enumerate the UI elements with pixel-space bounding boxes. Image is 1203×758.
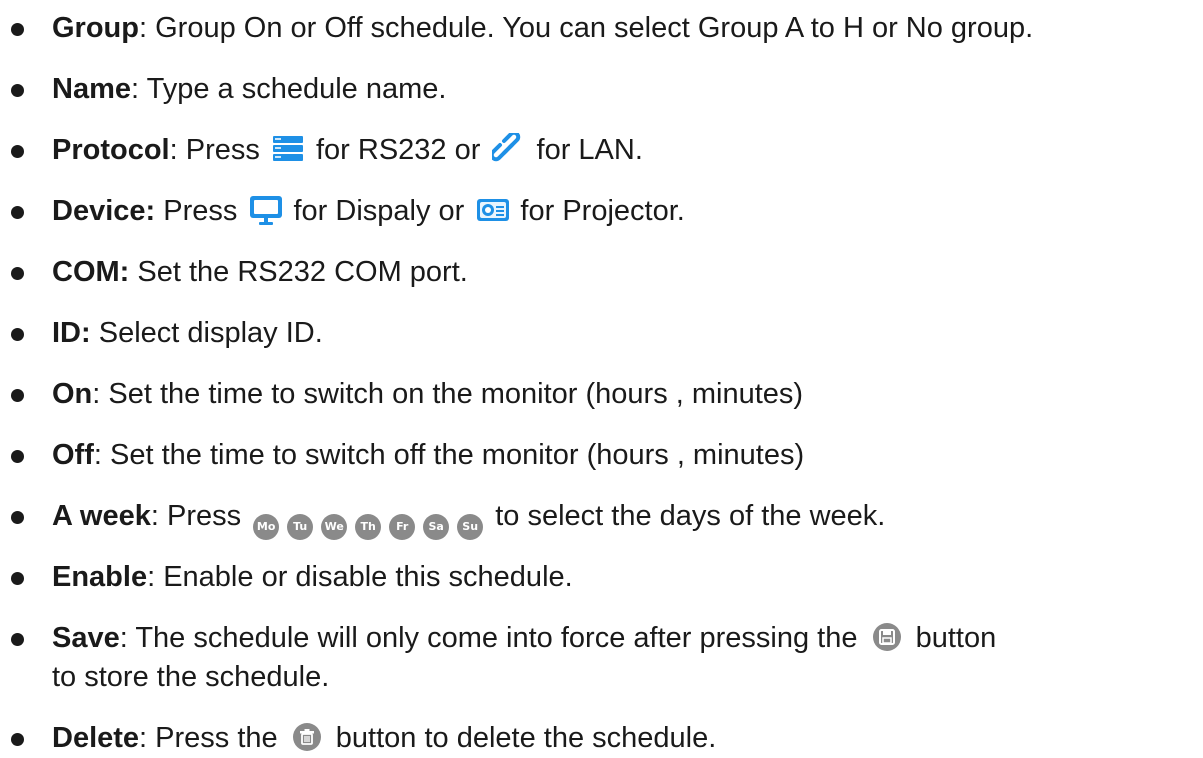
- bullet: [11, 84, 24, 97]
- floppy-disk-icon: [872, 622, 902, 652]
- server-stack-icon: [272, 133, 304, 165]
- term-description: : Type a schedule name.: [131, 73, 447, 105]
- term-label: Group: [52, 12, 139, 44]
- day-th-icon: Th: [355, 514, 382, 540]
- day-su-icon: Su: [457, 514, 484, 540]
- item-text: Group: Group On or Off schedule. You can…: [52, 8, 1033, 48]
- term-description: to select the days of the week.: [487, 500, 886, 532]
- term-label: Enable: [52, 561, 148, 593]
- term-description: for Projector.: [512, 195, 685, 227]
- item-text: ID: Select display ID.: [52, 313, 323, 353]
- bullet: [11, 511, 24, 524]
- term-label: On: [52, 378, 93, 410]
- item-text: Enable: Enable or disable this schedule.: [52, 557, 573, 597]
- day-fr-icon: Fr: [389, 514, 416, 540]
- chain-link-icon: [492, 133, 524, 165]
- item-text-continued: to store the schedule.: [52, 661, 330, 693]
- term-description: : Group On or Off schedule. You can sele…: [139, 12, 1034, 44]
- monitor-icon: [249, 194, 283, 226]
- bullet: [11, 328, 24, 341]
- term-description: Set the RS232 COM port.: [129, 256, 468, 288]
- bullet: [11, 733, 24, 746]
- day-tu-icon: Tu: [287, 514, 314, 540]
- day-sa-icon: Sa: [423, 514, 450, 540]
- bullet: [11, 267, 24, 280]
- day-we-icon: We: [321, 514, 348, 540]
- bullet: [11, 389, 24, 402]
- term-description: for Dispaly or: [285, 195, 473, 227]
- term-label: Device:: [52, 195, 156, 227]
- item-text: Name: Type a schedule name.: [52, 69, 446, 109]
- item-text: COM: Set the RS232 COM port.: [52, 252, 468, 292]
- term-description: Press: [155, 195, 246, 227]
- bullet: [11, 145, 24, 158]
- item-text: Delete: Press the button to delete the s…: [52, 718, 716, 758]
- bullet: [11, 633, 24, 646]
- item-text: Off: Set the time to switch off the moni…: [52, 435, 804, 475]
- term-description: : Press the: [139, 722, 286, 754]
- bullet: [11, 572, 24, 585]
- term-label: ID:: [52, 317, 91, 349]
- term-label: Save: [52, 622, 120, 654]
- item-text: Protocol: Press for RS232 or for LAN.: [52, 130, 643, 170]
- term-label: Name: [52, 73, 131, 105]
- term-label: Off: [52, 439, 94, 471]
- term-description: : Set the time to switch off the monitor…: [93, 439, 805, 471]
- bullet: [11, 206, 24, 219]
- term-label: Protocol: [52, 134, 170, 166]
- term-description: : Set the time to switch on the monitor …: [92, 378, 804, 410]
- term-description: for RS232 or: [307, 134, 489, 166]
- item-text: Device: Press for Dispaly or for Project…: [52, 191, 685, 231]
- term-description: : The schedule will only come into force…: [119, 622, 866, 654]
- term-description: for LAN.: [528, 134, 643, 166]
- term-description: button: [907, 622, 997, 654]
- projector-icon: [476, 194, 510, 226]
- term-description: : Press: [150, 500, 250, 532]
- term-description: Select display ID.: [90, 317, 323, 349]
- term-label: Delete: [52, 722, 140, 754]
- term-label: A week: [52, 500, 151, 532]
- term-description: : Enable or disable this schedule.: [147, 561, 573, 593]
- day-mo-icon: Mo: [253, 514, 280, 540]
- item-text: On: Set the time to switch on the monito…: [52, 374, 803, 414]
- trash-can-icon: [292, 722, 322, 752]
- item-text: Save: The schedule will only come into f…: [52, 618, 996, 658]
- item-text: A week: Press Mo Tu We Th Fr Sa Su to select t…: [52, 496, 885, 540]
- bullet: [11, 23, 24, 36]
- term-label: COM:: [52, 256, 130, 288]
- term-description: button to delete the schedule.: [327, 722, 717, 754]
- term-description: : Press: [169, 134, 268, 166]
- bullet: [11, 450, 24, 463]
